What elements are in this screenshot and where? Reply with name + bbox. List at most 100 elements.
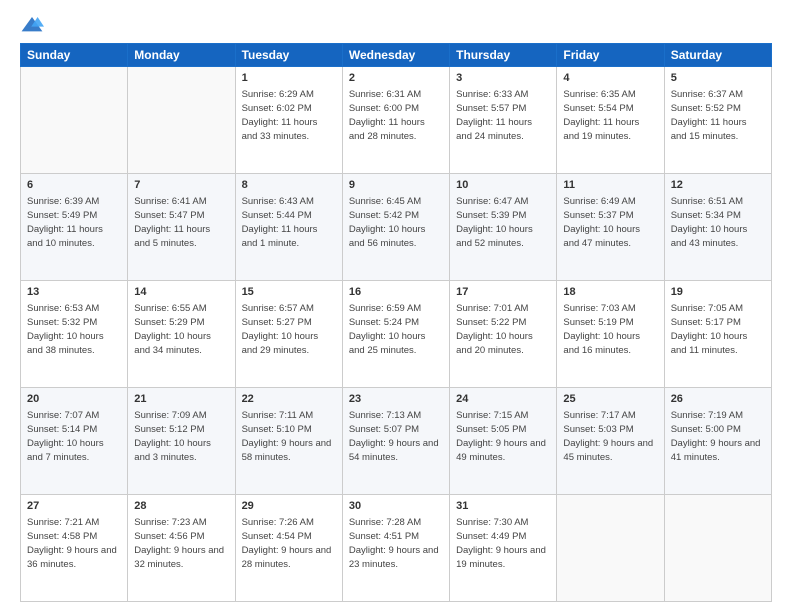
day-number: 22 [242,392,336,407]
day-info: Sunrise: 7:30 AM Sunset: 4:49 PM Dayligh… [456,517,546,570]
calendar-cell: 13 Sunrise: 6:53 AM Sunset: 5:32 PM Dayli… [21,281,128,388]
day-info: Sunrise: 7:01 AM Sunset: 5:22 PM Dayligh… [456,303,533,356]
day-number: 7 [134,178,228,193]
day-number: 30 [349,499,443,514]
calendar-body: 1Sunrise: 6:29 AM Sunset: 6:02 PM Daylig… [21,67,772,602]
calendar-cell: 25 Sunrise: 7:17 AM Sunset: 5:03 PM Dayli… [557,388,664,495]
calendar-cell: 4Sunrise: 6:35 AM Sunset: 5:54 PM Daylig… [557,67,664,174]
calendar-cell: 7 Sunrise: 6:41 AM Sunset: 5:47 PM Daylig… [128,174,235,281]
calendar-header: SundayMondayTuesdayWednesdayThursdayFrid… [21,44,772,67]
day-number: 9 [349,178,443,193]
logo [20,15,50,35]
calendar-cell: 20 Sunrise: 7:07 AM Sunset: 5:14 PM Dayli… [21,388,128,495]
day-info: Sunrise: 6:59 AM Sunset: 5:24 PM Dayligh… [349,303,426,356]
day-info: Sunrise: 7:19 AM Sunset: 5:00 PM Dayligh… [671,410,761,463]
calendar-cell: 22 Sunrise: 7:11 AM Sunset: 5:10 PM Dayli… [235,388,342,495]
header [20,15,772,35]
day-info: Sunrise: 7:13 AM Sunset: 5:07 PM Dayligh… [349,410,439,463]
calendar-cell: 16 Sunrise: 6:59 AM Sunset: 5:24 PM Dayli… [342,281,449,388]
calendar-table: SundayMondayTuesdayWednesdayThursdayFrid… [20,43,772,602]
day-info: Sunrise: 6:35 AM Sunset: 5:54 PM Dayligh… [563,89,639,142]
day-number: 8 [242,178,336,193]
day-number: 10 [456,178,550,193]
day-number: 18 [563,285,657,300]
day-info: Sunrise: 7:03 AM Sunset: 5:19 PM Dayligh… [563,303,640,356]
calendar-cell: 31 Sunrise: 7:30 AM Sunset: 4:49 PM Dayli… [450,495,557,602]
day-number: 16 [349,285,443,300]
week-row-1: 1Sunrise: 6:29 AM Sunset: 6:02 PM Daylig… [21,67,772,174]
calendar-cell [664,495,771,602]
week-row-3: 13 Sunrise: 6:53 AM Sunset: 5:32 PM Dayli… [21,281,772,388]
day-info: Sunrise: 6:31 AM Sunset: 6:00 PM Dayligh… [349,89,425,142]
calendar-cell [557,495,664,602]
day-info: Sunrise: 6:29 AM Sunset: 6:02 PM Dayligh… [242,89,318,142]
day-number: 28 [134,499,228,514]
calendar-cell: 5 Sunrise: 6:37 AM Sunset: 5:52 PM Daylig… [664,67,771,174]
day-info: Sunrise: 7:23 AM Sunset: 4:56 PM Dayligh… [134,517,224,570]
calendar-cell: 28 Sunrise: 7:23 AM Sunset: 4:56 PM Dayli… [128,495,235,602]
weekday-header-saturday: Saturday [664,44,771,67]
day-number: 20 [27,392,121,407]
day-number: 17 [456,285,550,300]
day-info: Sunrise: 7:11 AM Sunset: 5:10 PM Dayligh… [242,410,332,463]
calendar-cell: 24Sunrise: 7:15 AM Sunset: 5:05 PM Dayli… [450,388,557,495]
day-info: Sunrise: 7:17 AM Sunset: 5:03 PM Dayligh… [563,410,653,463]
week-row-2: 6Sunrise: 6:39 AM Sunset: 5:49 PM Daylig… [21,174,772,281]
day-info: Sunrise: 7:05 AM Sunset: 5:17 PM Dayligh… [671,303,748,356]
calendar-cell: 11 Sunrise: 6:49 AM Sunset: 5:37 PM Dayli… [557,174,664,281]
day-number: 6 [27,178,121,193]
day-info: Sunrise: 6:49 AM Sunset: 5:37 PM Dayligh… [563,196,640,249]
day-info: Sunrise: 7:07 AM Sunset: 5:14 PM Dayligh… [27,410,104,463]
day-info: Sunrise: 7:26 AM Sunset: 4:54 PM Dayligh… [242,517,332,570]
calendar-cell: 18 Sunrise: 7:03 AM Sunset: 5:19 PM Dayli… [557,281,664,388]
day-info: Sunrise: 6:41 AM Sunset: 5:47 PM Dayligh… [134,196,210,249]
weekday-header-monday: Monday [128,44,235,67]
calendar-cell: 9Sunrise: 6:45 AM Sunset: 5:42 PM Daylig… [342,174,449,281]
calendar-cell [128,67,235,174]
weekday-header-tuesday: Tuesday [235,44,342,67]
calendar-cell: 21Sunrise: 7:09 AM Sunset: 5:12 PM Dayli… [128,388,235,495]
calendar-cell: 10Sunrise: 6:47 AM Sunset: 5:39 PM Dayli… [450,174,557,281]
calendar-cell: 27Sunrise: 7:21 AM Sunset: 4:58 PM Dayli… [21,495,128,602]
calendar-cell: 3Sunrise: 6:33 AM Sunset: 5:57 PM Daylig… [450,67,557,174]
logo-icon [20,15,44,35]
day-number: 19 [671,285,765,300]
calendar-cell: 26 Sunrise: 7:19 AM Sunset: 5:00 PM Dayli… [664,388,771,495]
weekday-header-wednesday: Wednesday [342,44,449,67]
day-number: 13 [27,285,121,300]
day-info: Sunrise: 7:15 AM Sunset: 5:05 PM Dayligh… [456,410,546,463]
day-info: Sunrise: 7:28 AM Sunset: 4:51 PM Dayligh… [349,517,439,570]
day-number: 25 [563,392,657,407]
calendar-cell: 15 Sunrise: 6:57 AM Sunset: 5:27 PM Dayli… [235,281,342,388]
calendar-cell: 6Sunrise: 6:39 AM Sunset: 5:49 PM Daylig… [21,174,128,281]
day-number: 27 [27,499,121,514]
weekday-header-sunday: Sunday [21,44,128,67]
day-number: 29 [242,499,336,514]
day-number: 5 [671,71,765,86]
day-number: 11 [563,178,657,193]
calendar-cell: 12 Sunrise: 6:51 AM Sunset: 5:34 PM Dayli… [664,174,771,281]
day-number: 21 [134,392,228,407]
calendar-cell: 29 Sunrise: 7:26 AM Sunset: 4:54 PM Dayli… [235,495,342,602]
day-number: 23 [349,392,443,407]
day-number: 31 [456,499,550,514]
day-info: Sunrise: 6:37 AM Sunset: 5:52 PM Dayligh… [671,89,747,142]
day-info: Sunrise: 6:53 AM Sunset: 5:32 PM Dayligh… [27,303,104,356]
calendar-cell: 8Sunrise: 6:43 AM Sunset: 5:44 PM Daylig… [235,174,342,281]
weekday-header-thursday: Thursday [450,44,557,67]
calendar-cell: 14Sunrise: 6:55 AM Sunset: 5:29 PM Dayli… [128,281,235,388]
day-number: 12 [671,178,765,193]
calendar-cell: 2 Sunrise: 6:31 AM Sunset: 6:00 PM Daylig… [342,67,449,174]
weekday-header-friday: Friday [557,44,664,67]
day-info: Sunrise: 6:57 AM Sunset: 5:27 PM Dayligh… [242,303,319,356]
day-number: 26 [671,392,765,407]
day-number: 2 [349,71,443,86]
calendar-cell: 17 Sunrise: 7:01 AM Sunset: 5:22 PM Dayli… [450,281,557,388]
day-number: 3 [456,71,550,86]
day-number: 14 [134,285,228,300]
logo-area [20,15,50,35]
calendar-cell [21,67,128,174]
day-info: Sunrise: 6:51 AM Sunset: 5:34 PM Dayligh… [671,196,748,249]
day-number: 15 [242,285,336,300]
week-row-4: 20 Sunrise: 7:07 AM Sunset: 5:14 PM Dayli… [21,388,772,495]
